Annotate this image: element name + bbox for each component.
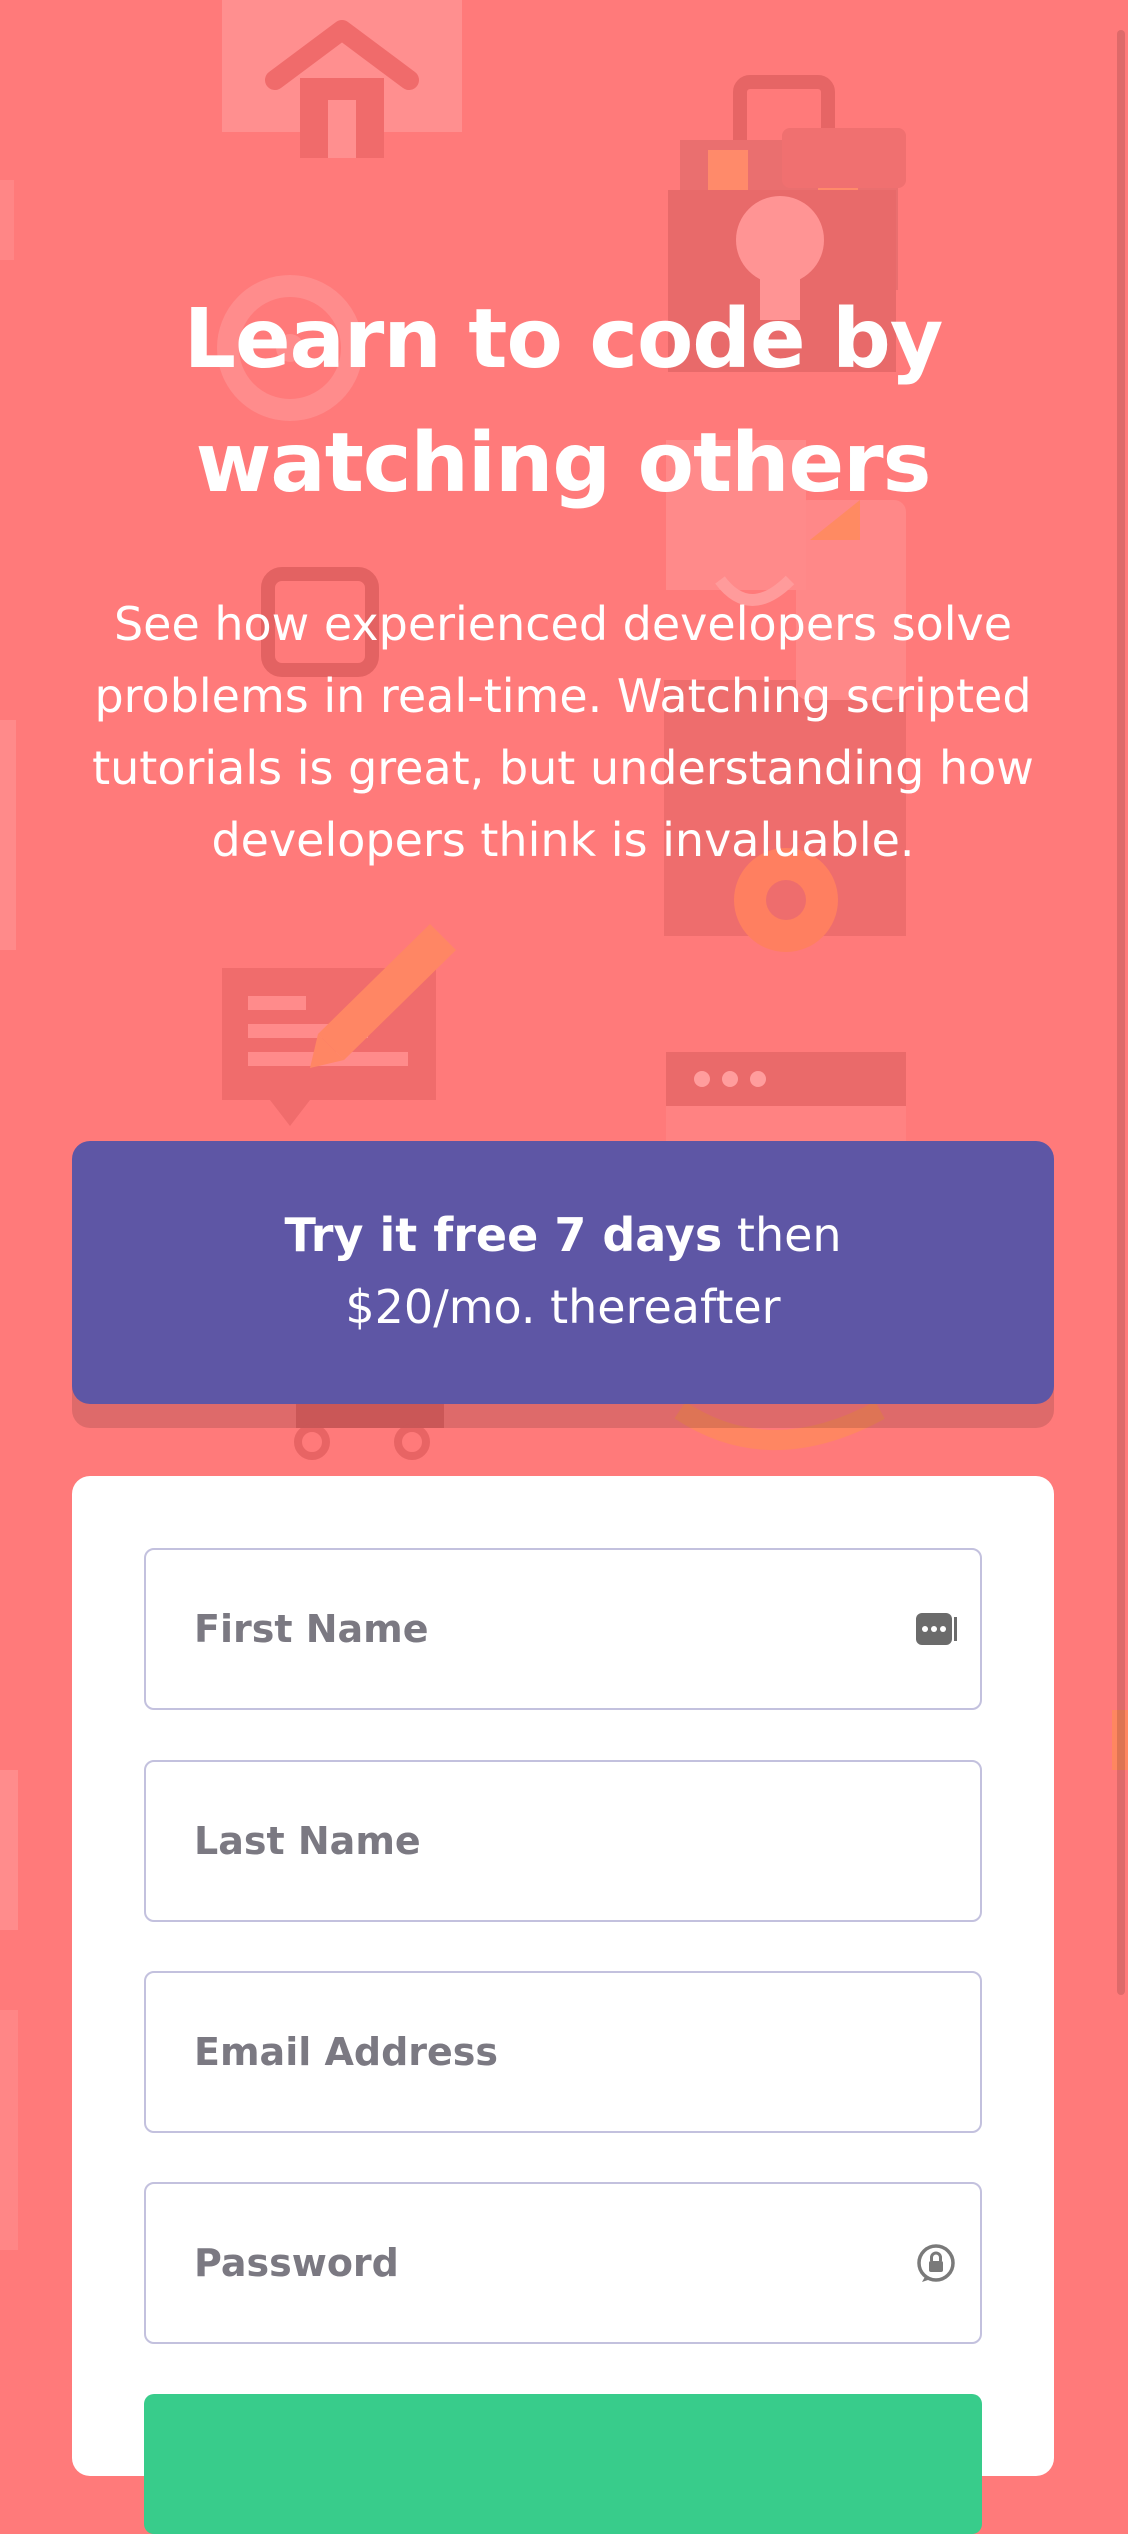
page-scrollbar[interactable] <box>1112 0 1128 2436</box>
hero-description: See how experienced developers solve pro… <box>92 597 1034 867</box>
email-input[interactable] <box>146 1973 980 2131</box>
claim-trial-button[interactable] <box>144 2394 982 2534</box>
first-name-input[interactable] <box>146 1550 980 1708</box>
first-name-field[interactable] <box>144 1548 982 1710</box>
last-name-field[interactable] <box>144 1760 982 1922</box>
password-field[interactable] <box>144 2182 982 2344</box>
email-field[interactable] <box>144 1971 982 2133</box>
last-name-input[interactable] <box>146 1762 980 1920</box>
signup-form <box>72 1476 1054 2534</box>
landing-content: Learn to code by watching others See how… <box>0 0 1128 2534</box>
password-input[interactable] <box>146 2184 980 2342</box>
trial-price: $20/mo. thereafter <box>345 1280 781 1334</box>
hero-headline: Learn to code by watching others <box>183 292 944 511</box>
trial-highlight: Try it free 7 days <box>284 1208 723 1262</box>
scrollbar-thumb[interactable] <box>1117 30 1125 1995</box>
trial-then: then <box>722 1208 842 1262</box>
autofill-dots-icon[interactable] <box>914 1607 958 1651</box>
trial-offer-banner: Try it free 7 days then $20/mo. thereaft… <box>72 1141 1054 1404</box>
password-lock-icon[interactable] <box>914 2241 958 2285</box>
